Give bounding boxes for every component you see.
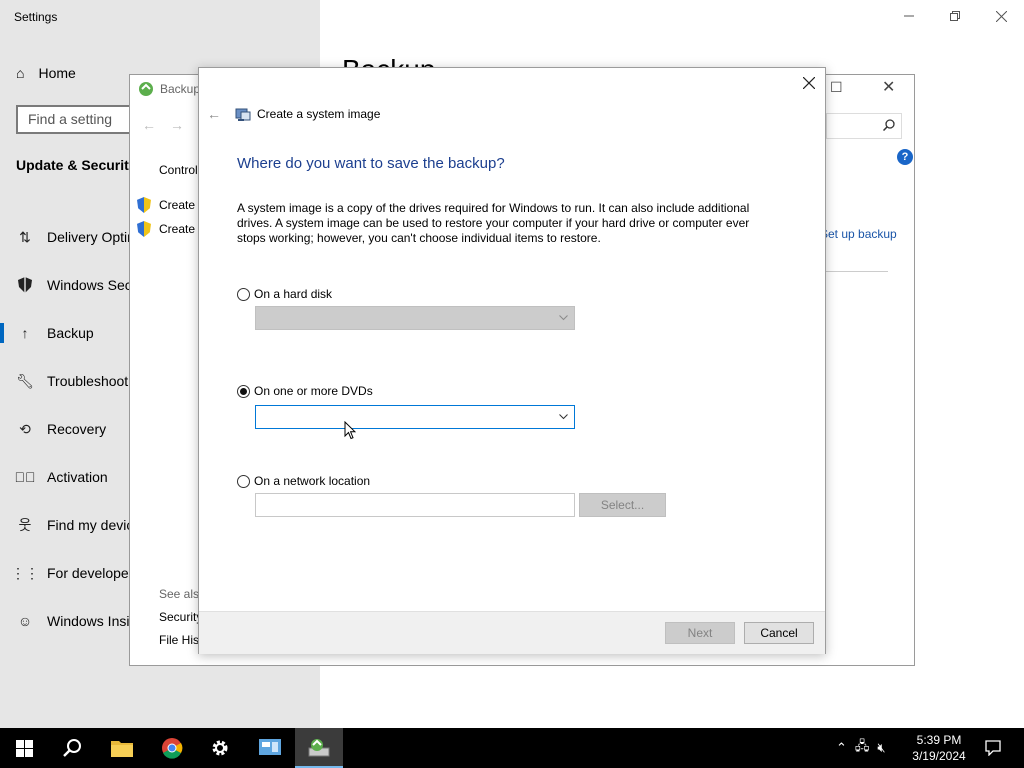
dvds-label: On one or more DVDs [254, 384, 373, 398]
dialog-close-button[interactable] [802, 74, 816, 92]
search-icon [882, 118, 895, 134]
nav-item-label: For developers [47, 565, 141, 581]
taskbar-clock[interactable]: 5:39 PM 3/19/2024 [906, 732, 972, 764]
backup-taskbar-button[interactable] [295, 728, 343, 768]
backup-restore-icon [139, 82, 153, 96]
search-taskbar-button[interactable] [48, 728, 96, 768]
restore-button[interactable] [932, 0, 978, 32]
create-system-image-dialog: ← Create a system image Where do you wan… [198, 67, 826, 654]
shield-icon [16, 276, 34, 294]
settings-taskbar-button[interactable] [196, 728, 244, 768]
cp-setup-backup-link[interactable]: Set up backup [820, 227, 897, 241]
chevron-down-icon [559, 414, 568, 420]
delivery-optimization-icon: ⇅ [19, 228, 31, 245]
recovery-icon: ⟲ [19, 420, 31, 437]
start-button[interactable] [0, 728, 48, 768]
folder-icon [111, 741, 133, 757]
backup-restore-icon [308, 739, 330, 757]
gear-icon [212, 740, 228, 756]
option-dvds[interactable]: On one or more DVDs [237, 384, 373, 398]
forward-arrow-icon[interactable]: → [170, 117, 198, 133]
dialog-title-row: Create a system image [235, 106, 380, 122]
restore-icon [950, 11, 960, 21]
minimize-icon [904, 15, 914, 17]
chrome-icon [162, 738, 183, 759]
cp-divider [826, 271, 888, 272]
clock-date: 3/19/2024 [912, 749, 966, 763]
insider-icon: ☺ [17, 613, 33, 629]
hard-disk-label: On a hard disk [254, 287, 333, 301]
network-label: On a network location [254, 474, 371, 488]
option-hard-disk[interactable]: On a hard disk [237, 287, 332, 301]
nav-item-label: Recovery [47, 421, 107, 437]
dialog-footer: Next Cancel [199, 611, 825, 654]
dialog-description: A system image is a copy of the drives r… [237, 201, 750, 245]
check-circle-icon: ✓⃝ [14, 469, 36, 485]
wrench-icon: 🔧︎ [16, 372, 34, 389]
back-arrow-icon[interactable]: ← [142, 117, 170, 133]
nav-section-title: Update & Security [16, 157, 137, 173]
system-image-icon [235, 106, 251, 122]
minimize-button[interactable] [886, 0, 932, 32]
dialog-title: Create a system image [257, 107, 381, 121]
cp-close-button[interactable]: ✕ [882, 77, 895, 97]
nav-home[interactable]: ⌂ Home [16, 62, 76, 84]
next-button: Next [665, 622, 735, 644]
control-panel-taskbar-button[interactable] [246, 728, 294, 768]
hard-disk-dropdown [255, 306, 575, 330]
home-icon: ⌂ [16, 65, 25, 81]
hard-disk-radio[interactable] [237, 287, 250, 301]
cp-nav-arrows: ←→ [142, 117, 198, 133]
file-explorer-button[interactable] [98, 728, 146, 768]
option-network-location[interactable]: On a network location [237, 474, 370, 488]
network-radio[interactable] [237, 474, 250, 488]
backup-icon: ↑ [21, 325, 29, 341]
nav-item-label: Find my device [47, 517, 142, 533]
developer-icon: ⋮⋮ [11, 564, 39, 581]
nav-item-label: Troubleshoot [47, 373, 129, 389]
close-button[interactable] [978, 0, 1024, 32]
chevron-down-icon [559, 315, 568, 321]
clock-time: 5:39 PM [916, 733, 962, 747]
uac-shield-icon [137, 221, 151, 237]
uac-shield-icon [137, 197, 151, 213]
close-icon [802, 76, 816, 90]
find-device-icon: 웃 [18, 517, 32, 533]
cp-search-box[interactable] [826, 113, 902, 139]
dialog-back-button[interactable]: ← [207, 106, 221, 122]
select-network-button: Select... [579, 493, 666, 517]
search-icon [63, 739, 81, 757]
windows-logo-icon [15, 739, 33, 757]
system-tray: ⌃ 🖧︎ 🔇︎ [836, 728, 886, 768]
mouse-cursor-icon [344, 421, 356, 440]
help-icon[interactable]: ? [897, 149, 913, 165]
notification-icon [985, 740, 1001, 756]
nav-item-label: Activation [47, 469, 108, 485]
cancel-button[interactable]: Cancel [744, 622, 814, 644]
cp-maximize-button[interactable]: ☐ [830, 79, 843, 96]
nav-home-label: Home [38, 65, 76, 81]
back-arrow-icon: ← [207, 106, 221, 122]
settings-window-title: Settings [14, 10, 58, 24]
network-location-input [255, 493, 575, 517]
taskbar: ⌃ 🖧︎ 🔇︎ 5:39 PM 3/19/2024 [0, 728, 1024, 768]
dvds-radio[interactable] [237, 384, 250, 398]
nav-item-label: Backup [47, 325, 94, 341]
network-icon[interactable]: 🖧︎ [855, 737, 870, 759]
dialog-heading: Where do you want to save the backup? [237, 155, 505, 172]
volume-muted-icon[interactable]: 🔇︎ [877, 740, 885, 756]
close-icon [995, 10, 1007, 22]
action-center-button[interactable] [978, 728, 1008, 768]
dvd-drive-dropdown[interactable] [255, 405, 575, 429]
chrome-button[interactable] [148, 728, 196, 768]
settings-search-placeholder: Find a setting [28, 111, 113, 127]
control-panel-icon [259, 739, 281, 755]
chevron-up-icon[interactable]: ⌃ [836, 740, 847, 756]
